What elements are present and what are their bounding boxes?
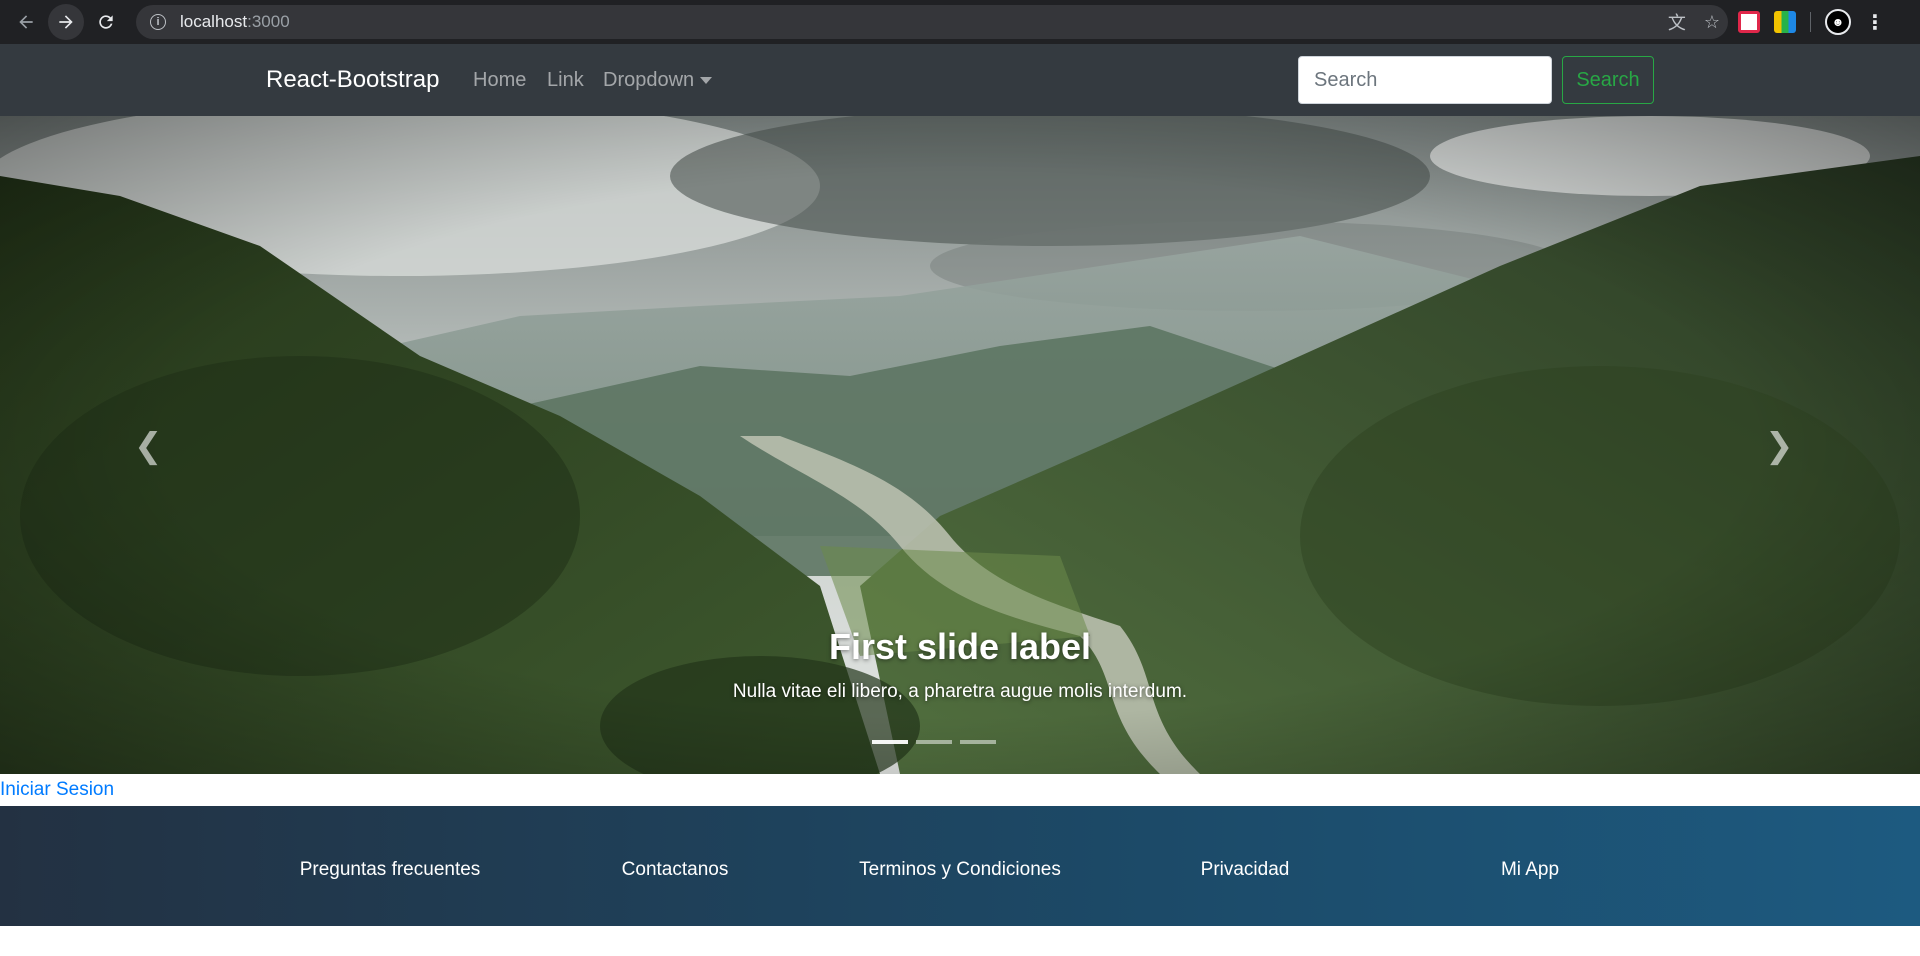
toolbar-divider [1810, 12, 1811, 32]
footer: Preguntas frecuentes Contactanos Termino… [0, 806, 1920, 926]
caret-down-icon [700, 77, 713, 85]
pocket-extension-icon[interactable] [1738, 11, 1760, 33]
arrow-left-icon [19, 15, 33, 29]
login-link[interactable]: Iniciar Sesion [0, 779, 114, 801]
nav-dropdown-label: Dropdown [603, 69, 695, 91]
carousel-indicator-1[interactable] [872, 740, 908, 744]
reload-button[interactable] [86, 2, 126, 42]
nav-dropdown-toggle[interactable]: Dropdown [603, 69, 713, 92]
carousel-indicators [872, 740, 996, 744]
carousel: ❮ ❯ First slide label Nulla vitae eli li… [0, 116, 1920, 774]
slide-caption-title: First slide label [828, 626, 1092, 667]
navbar-brand[interactable]: React-Bootstrap [266, 66, 439, 94]
reload-icon [99, 15, 113, 29]
more-menu-icon[interactable]: ⋮ [1865, 10, 1885, 35]
url-port: :3000 [247, 12, 290, 31]
nav-link-link[interactable]: Link [547, 69, 584, 92]
footer-link-my-app[interactable]: Mi App [1501, 859, 1559, 881]
slide-image [0, 116, 1920, 774]
navbar: React-Bootstrap Home Link Dropdown Searc… [0, 44, 1920, 116]
address-bar[interactable]: i localhost:3000 文 ☆ [136, 5, 1728, 39]
search-input[interactable] [1298, 56, 1552, 104]
nav-link-home[interactable]: Home [473, 69, 526, 92]
slide-caption-text: Nulla vitae eli libero, a pharetra augue… [732, 681, 1188, 702]
bookmark-star-icon[interactable]: ☆ [1704, 12, 1720, 33]
translate-icon[interactable]: 文 [1668, 9, 1686, 35]
carousel-indicator-3[interactable] [960, 740, 996, 744]
forward-button[interactable] [48, 4, 84, 40]
arrow-right-icon [59, 15, 73, 29]
footer-link-faq[interactable]: Preguntas frecuentes [300, 859, 481, 881]
color-extension-icon[interactable] [1774, 11, 1796, 33]
footer-link-terms[interactable]: Terminos y Condiciones [859, 859, 1061, 881]
footer-link-contact[interactable]: Contactanos [622, 859, 729, 881]
carousel-indicator-2[interactable] [916, 740, 952, 744]
search-button[interactable]: Search [1562, 56, 1654, 104]
browser-toolbar: i localhost:3000 文 ☆ ☻ ⋮ [0, 0, 1920, 44]
back-button[interactable] [6, 2, 46, 42]
profile-avatar[interactable]: ☻ [1825, 9, 1851, 35]
footer-link-privacy[interactable]: Privacidad [1201, 859, 1290, 881]
carousel-prev-button[interactable]: ❮ [134, 426, 163, 466]
site-info-icon[interactable]: i [150, 14, 166, 30]
url-host: localhost [180, 12, 248, 31]
carousel-next-button[interactable]: ❯ [1765, 426, 1794, 466]
